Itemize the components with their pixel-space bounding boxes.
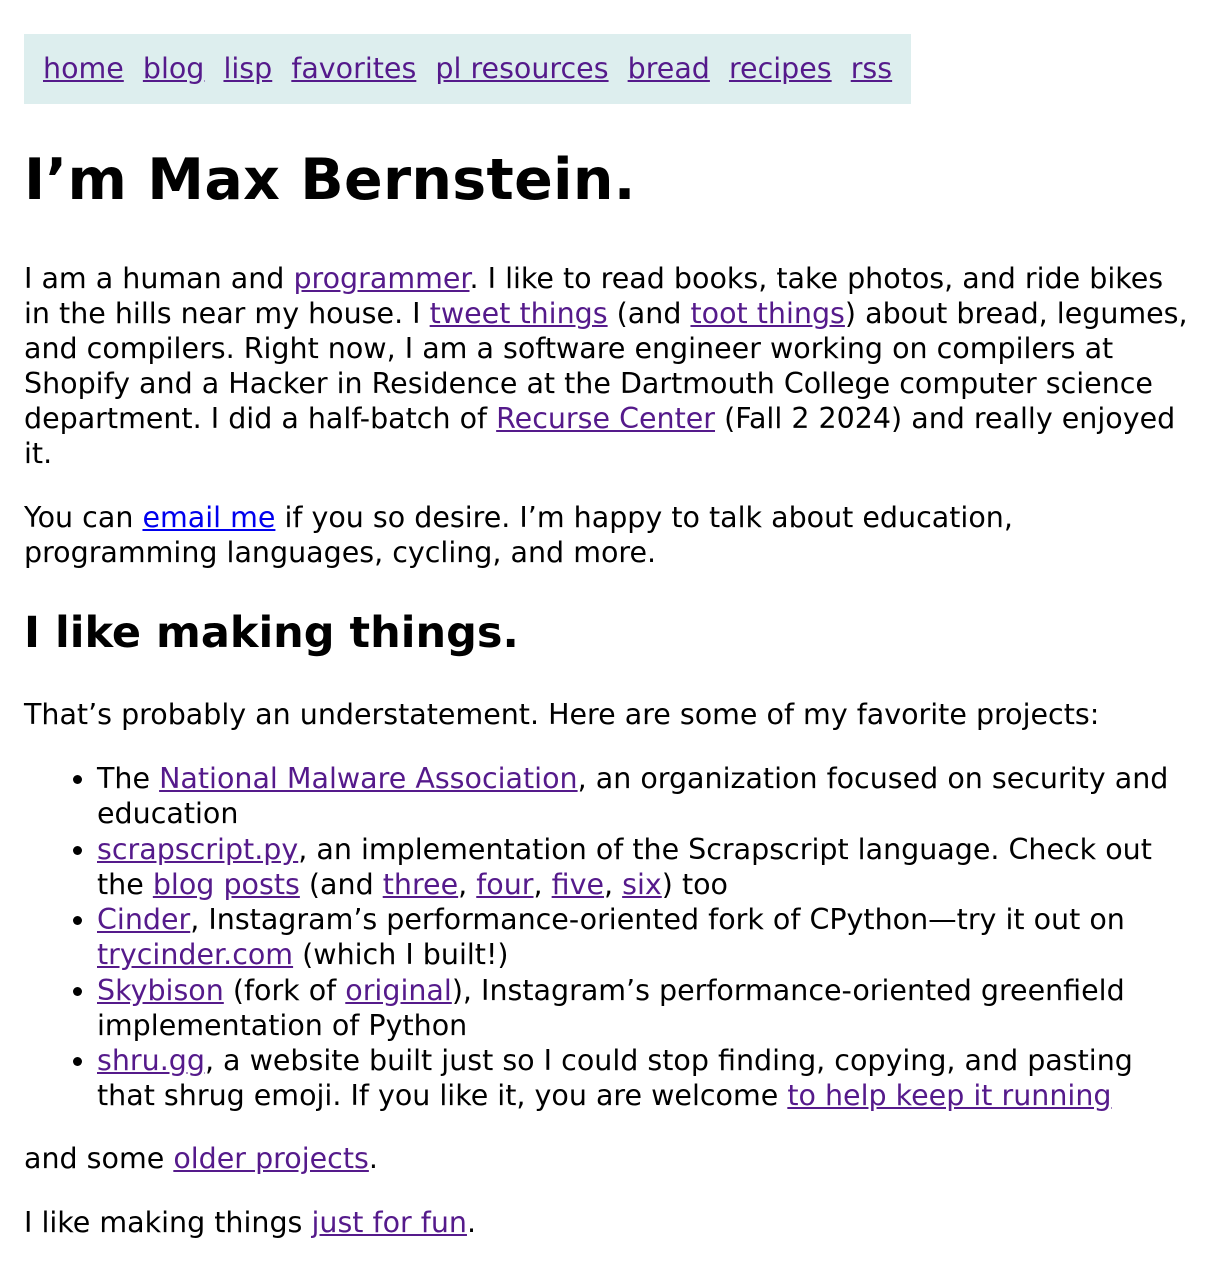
nav-rss-link[interactable]: rss [851,52,892,85]
project-text: (which I built!) [293,938,509,971]
original-link[interactable]: original [345,974,452,1007]
older-text-2: . [368,1142,378,1175]
projects-list: The National Malware Association, an org… [24,761,1197,1113]
project-text: (and [299,867,383,901]
five-link[interactable]: five [552,868,604,901]
three-link[interactable]: three [383,868,458,901]
older-projects-paragraph: and some older projects. [24,1141,1197,1176]
list-item: The National Malware Association, an org… [97,761,1197,831]
nav-bread-link[interactable]: bread [628,52,710,85]
fun-text-1: I like making things [24,1206,312,1239]
comma-separator: , [604,867,623,901]
intro-text-1: I am a human and [24,262,294,295]
nav-pl-resources-link[interactable]: pl resources [435,52,608,85]
older-projects-link[interactable]: older projects [173,1142,369,1175]
list-item: shru.gg, a website built just so I could… [97,1043,1197,1113]
older-text-1: and some [24,1142,174,1175]
national-malware-association-link[interactable]: National Malware Association [159,762,578,795]
email-me-link[interactable]: email me [142,501,275,534]
comma-separator: , [533,867,552,901]
nav-lisp-link[interactable]: lisp [223,52,272,85]
project-text: , Instagram’s performance-oriented fork … [190,903,1125,936]
just-for-fun-paragraph: I like making things just for fun. [24,1205,1197,1240]
six-link[interactable]: six [622,868,662,901]
understatement-paragraph: That’s probably an understatement. Here … [24,698,1100,731]
scrapscript-link[interactable]: scrapscript.py [97,833,298,866]
intro-paragraph: I am a human and programmer. I like to r… [24,261,1197,471]
project-text: ) too [661,867,728,901]
shrugg-link[interactable]: shru.gg [97,1044,205,1077]
email-paragraph: You can email me if you so desire. I’m h… [24,500,1197,570]
nav-favorites-link[interactable]: favorites [291,52,416,85]
comma-separator: , [458,867,477,901]
intro-text-3: (and [607,297,691,330]
just-for-fun-link[interactable]: just for fun [311,1206,466,1239]
fun-text-2: . [466,1206,477,1239]
nav-recipes-link[interactable]: recipes [729,52,832,85]
nav-blog-link[interactable]: blog [143,52,205,85]
four-link[interactable]: four [476,868,533,901]
page-title: I’m Max Bernstein. [24,147,636,213]
programmer-link[interactable]: programmer [293,262,469,295]
project-text: (fork of [223,973,346,1007]
help-keep-running-link[interactable]: to help keep it running [787,1079,1111,1112]
top-nav: home blog lisp favorites pl resources br… [24,34,912,104]
list-item: Skybison (fork of original), Instagram’s… [97,973,1197,1043]
page: home blog lisp favorites pl resources br… [0,0,1221,1240]
project-text: The [97,762,160,795]
recurse-center-link[interactable]: Recurse Center [496,402,715,435]
list-item: scrapscript.py, an implementation of the… [97,832,1197,902]
cinder-link[interactable]: Cinder [97,903,190,936]
posts-link[interactable]: posts [223,868,299,901]
email-text-1: You can [24,501,143,534]
tweet-things-link[interactable]: tweet things [430,297,608,330]
nav-home-link[interactable]: home [43,52,124,85]
skybison-link[interactable]: Skybison [97,974,224,1007]
blog-link[interactable]: blog [153,868,215,901]
toot-things-link[interactable]: toot things [690,297,844,330]
section-heading: I like making things. [24,608,519,658]
list-item: Cinder, Instagram’s performance-oriented… [97,902,1197,972]
trycinder-link[interactable]: trycinder.com [97,938,293,971]
